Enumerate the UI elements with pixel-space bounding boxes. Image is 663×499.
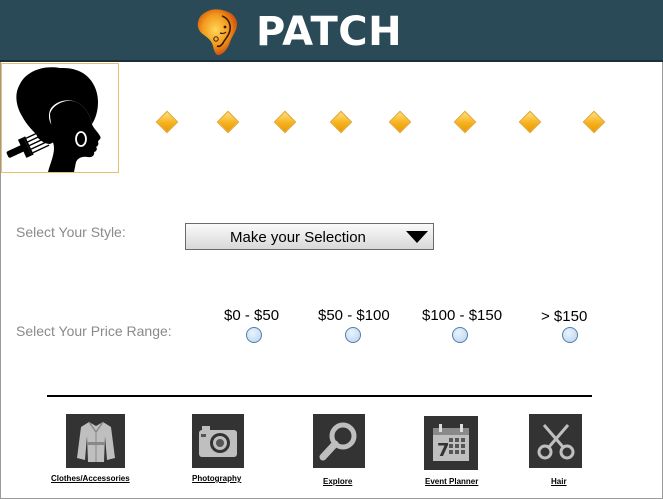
- jacket-icon: [76, 421, 115, 462]
- magnifier-icon: [319, 422, 357, 461]
- price-radio-50-100[interactable]: [345, 327, 361, 343]
- price-radio-over-150[interactable]: [562, 327, 578, 343]
- price-option-label: $100 - $150: [422, 307, 503, 324]
- style-label: Select Your Style:: [16, 224, 126, 240]
- price-option-label: $0 - $50: [224, 307, 280, 324]
- camera-icon: [199, 426, 237, 457]
- app-header: PATCH: [0, 0, 663, 62]
- progress-step-diamond-icon: [155, 110, 179, 134]
- nav-photography-label[interactable]: Photography: [192, 474, 241, 483]
- progress-step-diamond-icon: [582, 110, 606, 134]
- progress-step-diamond-icon: [329, 110, 353, 134]
- nav-hair-label[interactable]: Hair: [551, 477, 567, 486]
- afro-silhouette-with-pick-icon: [6, 67, 101, 172]
- progress-step-diamond-icon: [388, 110, 412, 134]
- nav-explore-label[interactable]: Explore: [323, 477, 352, 486]
- nav-explore-button[interactable]: [313, 414, 365, 468]
- price-range-label: Select Your Price Range:: [16, 323, 172, 339]
- profile-image[interactable]: [1, 63, 119, 173]
- nav-hair-button[interactable]: [529, 414, 582, 468]
- price-option-label: $50 - $100: [318, 307, 390, 324]
- style-dropdown[interactable]: Make your Selection: [185, 223, 434, 250]
- calendar-icon: 7: [433, 424, 469, 461]
- nav-clothes-button[interactable]: [66, 414, 125, 468]
- app-title: PATCH: [256, 9, 403, 55]
- price-radio-0-50[interactable]: [246, 327, 262, 343]
- price-radio-100-150[interactable]: [452, 327, 468, 343]
- nav-event-planner-button[interactable]: 7: [424, 416, 478, 470]
- svg-text:7: 7: [437, 440, 450, 461]
- scissors-icon: [537, 424, 574, 460]
- nav-clothes-label[interactable]: Clothes/Accessories: [51, 474, 130, 483]
- chevron-down-icon: [406, 231, 428, 243]
- progress-step-diamond-icon: [273, 110, 297, 134]
- section-divider: [47, 395, 592, 397]
- progress-step-diamond-icon: [453, 110, 477, 134]
- nav-event-planner-label[interactable]: Event Planner: [425, 477, 478, 486]
- nav-photography-button[interactable]: [192, 414, 244, 468]
- africa-face-logo-icon: [197, 9, 238, 56]
- style-dropdown-value: Make your Selection: [230, 229, 366, 246]
- price-option-label: > $150: [541, 308, 588, 325]
- progress-step-diamond-icon: [518, 110, 542, 134]
- progress-step-diamond-icon: [216, 110, 240, 134]
